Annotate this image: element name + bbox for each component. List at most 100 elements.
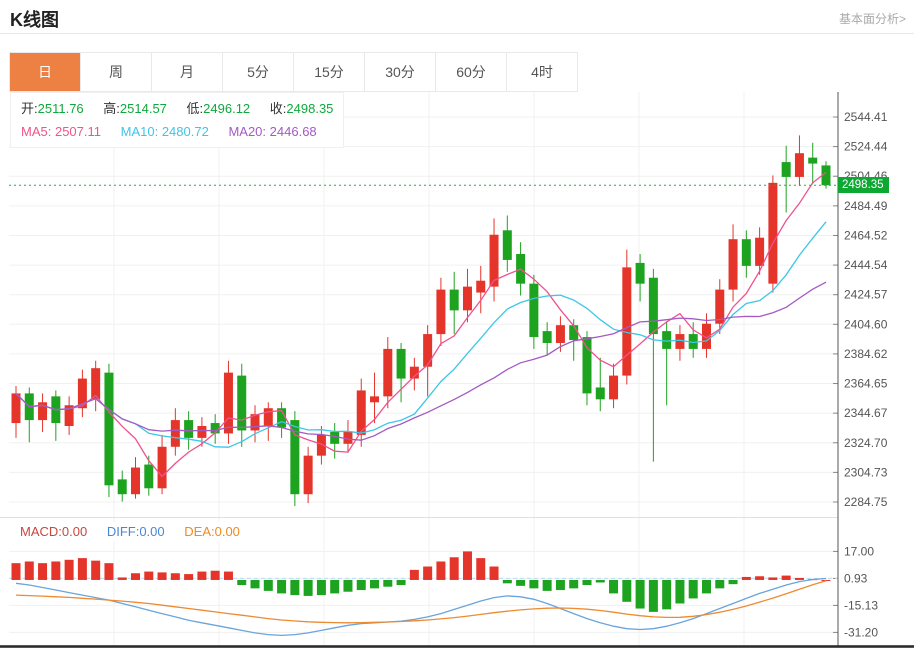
y-axis-label: 2444.54 (844, 258, 888, 272)
close-value: 2498.35 (286, 101, 333, 116)
open-label: 开: (21, 101, 38, 116)
candle (330, 423, 339, 459)
y-axis-label: 2544.41 (844, 110, 888, 124)
macd-bar (662, 580, 671, 609)
macd-bar (25, 561, 34, 579)
candle-body (503, 230, 512, 260)
candle (118, 470, 127, 501)
macd-bar (463, 551, 472, 580)
macd-label: MACD: (20, 524, 62, 539)
macd-bar (782, 576, 791, 580)
candle-body (795, 153, 804, 177)
macd-bar (636, 580, 645, 609)
macd-bar (197, 572, 206, 580)
macd-bar (543, 580, 552, 591)
candle-body (768, 183, 777, 284)
candle-body (808, 158, 817, 164)
macd-bar (702, 580, 711, 593)
candle-body (184, 420, 193, 438)
candle (131, 457, 140, 499)
dea-value: 0.00 (215, 524, 240, 539)
candle (25, 387, 34, 442)
macd-bar (675, 580, 684, 604)
candle (383, 337, 392, 408)
candle-body (556, 325, 565, 343)
candle-body (144, 465, 153, 489)
candle-body (662, 331, 671, 349)
macd-bar (51, 561, 60, 579)
ma5-value: 2507.11 (55, 124, 101, 139)
macd-bar (476, 558, 485, 580)
candle (795, 135, 804, 185)
y-axis-label: 2324.70 (844, 436, 888, 450)
y-axis-label: 2424.57 (844, 288, 888, 302)
macd-bar (529, 580, 538, 588)
diff-value: 0.00 (139, 524, 164, 539)
candle-body (729, 239, 738, 289)
candle (609, 364, 618, 408)
candle (490, 218, 499, 301)
macd-axis-label: 17.00 (844, 544, 874, 558)
macd-bar (569, 580, 578, 588)
candle (104, 364, 113, 497)
candle-body (171, 420, 180, 447)
candle (251, 405, 260, 442)
macd-bar (290, 580, 299, 595)
candle (38, 393, 47, 432)
low-value: 2496.12 (203, 101, 250, 116)
y-axis-label: 2464.52 (844, 228, 888, 242)
macd-bar (158, 572, 167, 580)
macd-bar (795, 578, 804, 580)
macd-bar (582, 580, 591, 585)
candle (237, 364, 246, 447)
candle-body (450, 290, 459, 311)
candle-body (622, 267, 631, 375)
macd-bar (383, 580, 392, 587)
candle (543, 322, 552, 355)
macd-bar (649, 580, 658, 612)
candle-body (370, 396, 379, 402)
macd-value: 0.00 (62, 524, 87, 539)
ma20-label: MA20: (228, 124, 266, 139)
candle (224, 361, 233, 444)
macd-bar (237, 580, 246, 585)
macd-bar (516, 580, 525, 586)
candle-body (543, 331, 552, 343)
ma20-value: 2446.68 (270, 124, 317, 139)
macd-bar (118, 577, 127, 580)
macd-bar (742, 577, 751, 580)
y-axis-label: 2364.65 (844, 377, 888, 391)
y-axis-label: 2404.60 (844, 317, 888, 331)
dea-label: DEA: (184, 524, 214, 539)
macd-bar (436, 561, 445, 579)
candle (304, 447, 313, 503)
candle-body (609, 376, 618, 400)
candle (622, 250, 631, 385)
candle-body (476, 281, 485, 293)
candle (436, 278, 445, 346)
candle-body (596, 387, 605, 399)
macd-axis-label: 0.93 (844, 571, 868, 585)
candle (742, 230, 751, 277)
high-label: 高: (103, 101, 120, 116)
candle-body (197, 426, 206, 438)
candle (689, 322, 698, 358)
diff-label: DIFF: (107, 524, 140, 539)
candle (662, 322, 671, 405)
candle-body (118, 479, 127, 494)
macd-bar (410, 570, 419, 580)
macd-bar (490, 567, 499, 580)
candle (503, 215, 512, 271)
candle (158, 435, 167, 494)
macd-bar (304, 580, 313, 596)
macd-axis-label: -15.13 (844, 598, 878, 612)
candle-body (104, 373, 113, 486)
candle (596, 358, 605, 411)
candle-body (12, 393, 21, 423)
candle (808, 143, 817, 185)
macd-bar (65, 560, 74, 580)
macd-bar (12, 563, 21, 580)
candle (78, 370, 87, 417)
macd-bar (91, 561, 100, 580)
macd-bar (224, 572, 233, 580)
